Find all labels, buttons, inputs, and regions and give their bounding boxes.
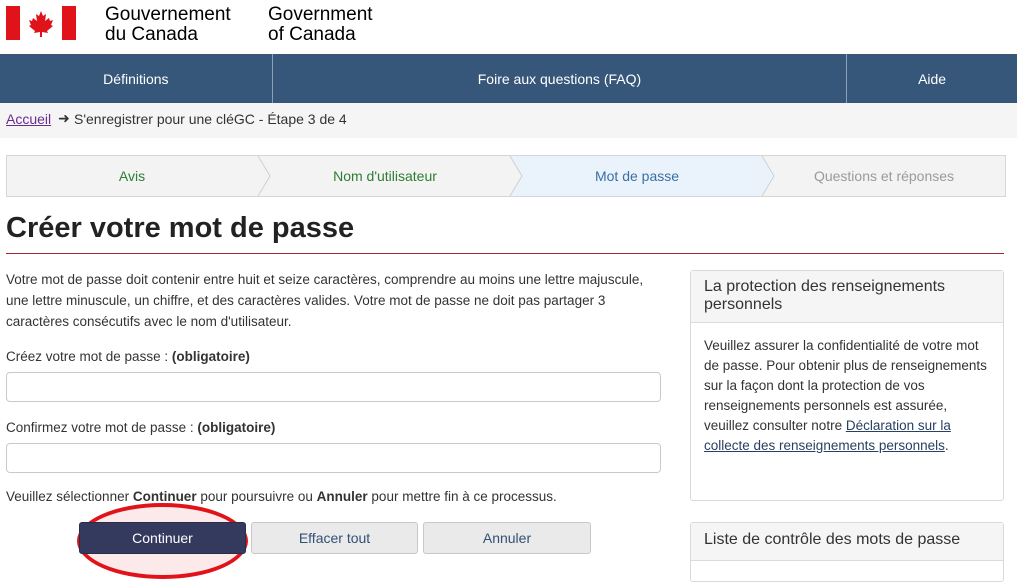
cancel-button[interactable]: Annuler [423,522,591,554]
breadcrumb-current: S'enregistrer pour une cléGC - Étape 3 d… [74,111,347,127]
password-checklist-panel: Liste de contrôle des mots de passe [690,522,1004,582]
canada-flag-icon [6,6,76,40]
progress-tracker: Avis Nom d'utilisateur Mot de passe Ques… [6,155,1006,197]
signature-fr-line2: du Canada [105,24,198,45]
password-required-text: (obligatoire) [171,349,250,364]
menu-item-faq[interactable]: Foire aux questions (FAQ) [273,54,848,103]
step-mot-de-passe: Mot de passe [511,156,763,196]
step-nom-utilisateur: Nom d'utilisateur [333,168,437,184]
instruction-text: Veuillez sélectionner Continuer pour pou… [6,489,557,504]
signature-fr-line1: Gouvernement [105,4,231,25]
signature-en-line2: of Canada [268,24,356,45]
instruction-continue: Continuer [132,489,197,504]
government-signature-fr: Gouvernement du Canada [105,5,231,45]
step-separator-icon [509,156,523,196]
confirm-password-input[interactable] [6,443,661,473]
menu-item-definitions[interactable]: Définitions [0,54,273,103]
password-label: Créez votre mot de passe : (obligatoire) [6,349,250,364]
step-separator-icon [257,156,271,196]
breadcrumb-arrow-icon: ➜ [58,110,70,126]
checklist-panel-heading: Liste de contrôle des mots de passe [691,523,1003,561]
page-title: Créer votre mot de passe [6,212,355,244]
instruction-cancel: Annuler [316,489,368,504]
continue-button[interactable]: Continuer [79,522,246,554]
breadcrumb-home-link[interactable]: Accueil [6,111,51,127]
password-input[interactable] [6,372,661,402]
step-avis: Avis [118,168,146,184]
instruction-post: pour mettre fin à ce processus. [367,489,557,504]
main-menu: Définitions Foire aux questions (FAQ) Ai… [0,54,1017,103]
step-separator-icon [761,156,775,196]
privacy-panel-heading: La protection des renseignements personn… [691,271,1003,323]
instruction-mid: pour poursuivre ou [196,489,317,504]
confirm-label-text: Confirmez votre mot de passe : [6,420,198,435]
menu-item-aide[interactable]: Aide [847,54,1017,103]
clear-all-button[interactable]: Effacer tout [251,522,418,554]
signature-en-line1: Government [268,4,373,25]
title-divider [6,253,1004,254]
step-questions-reponses: Questions et réponses [813,168,955,184]
password-label-text: Créez votre mot de passe : [6,349,172,364]
confirm-required-text: (obligatoire) [197,420,276,435]
confirm-password-label: Confirmez votre mot de passe : (obligato… [6,420,275,435]
password-rules-text: Votre mot de passe doit contenir entre h… [6,272,644,329]
privacy-panel-body: Veuillez assurer la confidentialité de v… [691,323,1003,469]
instruction-pre: Veuillez sélectionner [6,489,133,504]
government-signature-en: Government of Canada [268,5,373,45]
privacy-panel: La protection des renseignements personn… [690,270,1004,501]
privacy-panel-end: . [944,438,949,453]
